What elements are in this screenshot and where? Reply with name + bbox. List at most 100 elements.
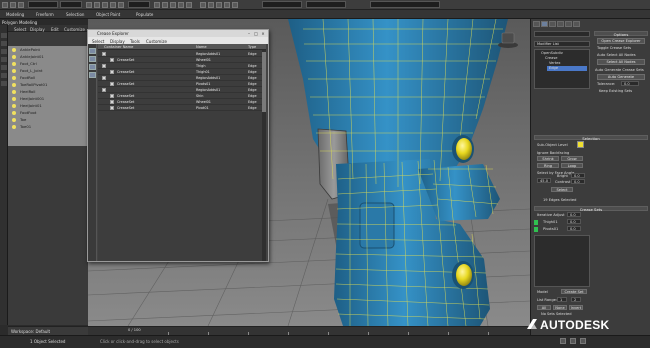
grow-button[interactable]: Grow bbox=[561, 156, 583, 161]
list-range-from[interactable]: 1 bbox=[557, 297, 567, 302]
set-color-swatch[interactable] bbox=[534, 220, 538, 225]
list-item[interactable]: Toe bbox=[20, 117, 26, 122]
bulb-icon[interactable] bbox=[12, 125, 16, 129]
menu-select[interactable]: Select bbox=[14, 27, 26, 32]
modify-tab-icon[interactable] bbox=[541, 21, 548, 27]
bright-spinner[interactable]: 0.0 bbox=[571, 173, 585, 178]
snap-icon[interactable] bbox=[154, 2, 160, 8]
invert-sets-button[interactable]: Invert bbox=[569, 305, 583, 310]
list-range-to[interactable]: 2 bbox=[571, 297, 581, 302]
light-filter-icon[interactable] bbox=[1, 57, 7, 62]
table-row[interactable]: CreaseSet Pivot01 Edge bbox=[98, 105, 266, 111]
tolerance-spinner[interactable]: 0.0 bbox=[621, 81, 639, 86]
iterative-adjust-spinner[interactable]: 0.0 bbox=[567, 212, 581, 217]
rotate-icon[interactable] bbox=[110, 2, 116, 8]
select-all-nodes-button[interactable]: Select All Nodes bbox=[597, 59, 645, 65]
open-crease-explorer-button[interactable]: Open Crease Explorer bbox=[597, 38, 645, 44]
select-by-angle-checkbox[interactable]: Select by Face Angle bbox=[537, 171, 574, 175]
crease-set-name[interactable]: Thigh01 bbox=[543, 220, 558, 224]
options-rollout[interactable]: Options bbox=[594, 31, 648, 37]
percent-snap-icon[interactable] bbox=[170, 2, 176, 8]
filter-icon[interactable] bbox=[89, 48, 96, 54]
align-icon[interactable] bbox=[186, 2, 192, 8]
move-icon[interactable] bbox=[102, 2, 108, 8]
auto-select-nodes-checkbox[interactable]: Auto Select All Nodes bbox=[597, 53, 636, 57]
list-item[interactable]: ToeRollPivot01 bbox=[20, 82, 47, 87]
play-icon[interactable] bbox=[560, 338, 566, 344]
tab-modeling[interactable]: Modeling bbox=[6, 12, 24, 17]
select-icon[interactable] bbox=[86, 2, 92, 8]
tab-populate[interactable]: Populate bbox=[136, 12, 153, 17]
close-icon[interactable]: × bbox=[260, 31, 266, 36]
bulb-icon[interactable] bbox=[12, 48, 16, 52]
list-item[interactable]: Foot_Ctrl bbox=[20, 61, 37, 66]
stack-item[interactable]: Crease bbox=[545, 56, 557, 60]
project-path-dropdown[interactable] bbox=[370, 1, 440, 8]
redo-icon[interactable] bbox=[10, 2, 16, 8]
dialog-menu-select[interactable]: Select bbox=[92, 39, 104, 44]
crease-sets-list[interactable] bbox=[534, 235, 590, 287]
reference-coordinate-dropdown[interactable] bbox=[128, 1, 150, 8]
bulb-icon[interactable] bbox=[12, 90, 16, 94]
viewport-layout-dropdown[interactable] bbox=[306, 1, 346, 8]
tab-object-paint[interactable]: Object Paint bbox=[96, 12, 120, 17]
list-item[interactable]: AnklePoint bbox=[20, 47, 40, 52]
ignore-backfacing-checkbox[interactable]: Ignore Backfacing bbox=[537, 151, 569, 155]
shape-filter-icon[interactable] bbox=[1, 49, 7, 54]
select-button[interactable]: Select bbox=[551, 187, 573, 192]
select-all-sets-button[interactable]: All bbox=[537, 305, 551, 310]
modifier-list-dropdown[interactable]: Modifier List bbox=[534, 41, 590, 47]
utilities-tab-icon[interactable] bbox=[573, 21, 580, 27]
list-item[interactable]: FootRoll bbox=[20, 75, 35, 80]
set-color-swatch[interactable] bbox=[534, 227, 538, 232]
create-set-button[interactable]: Create Set bbox=[561, 289, 587, 294]
select-by-name-icon[interactable] bbox=[94, 2, 100, 8]
render-setup-icon[interactable] bbox=[224, 2, 230, 8]
menu-customize[interactable]: Customize bbox=[64, 27, 85, 32]
scrollbar-thumb[interactable] bbox=[262, 52, 266, 112]
crease-set-name[interactable]: Pivots01 bbox=[543, 227, 558, 231]
undo-icon[interactable] bbox=[2, 2, 8, 8]
toggle-crease-sets-label[interactable]: Toggle Crease Sets bbox=[597, 46, 631, 50]
auto-generate-button[interactable]: Auto Generate bbox=[597, 74, 645, 80]
list-item[interactable]: Foot_L_Joint bbox=[20, 68, 43, 73]
motion-tab-icon[interactable] bbox=[557, 21, 564, 27]
space-warp-filter-icon[interactable] bbox=[1, 81, 7, 86]
timeline[interactable]: 0 / 100 bbox=[88, 326, 530, 335]
dialog-menu-customize[interactable]: Customize bbox=[146, 39, 167, 44]
named-selection-dropdown[interactable] bbox=[60, 1, 82, 8]
edge-icon[interactable] bbox=[89, 64, 96, 70]
tab-selection[interactable]: Selection bbox=[66, 12, 84, 17]
menu-display[interactable]: Display bbox=[30, 27, 45, 32]
list-item[interactable]: HeelRoll bbox=[20, 89, 35, 94]
link-icon[interactable] bbox=[18, 2, 24, 8]
workspace-dropdown[interactable] bbox=[262, 1, 302, 8]
bulb-icon[interactable] bbox=[12, 104, 16, 108]
loop-button[interactable]: Loop bbox=[561, 163, 583, 168]
shrink-button[interactable]: Shrink bbox=[537, 156, 559, 161]
menu-edit[interactable]: Edit bbox=[51, 27, 59, 32]
scale-icon[interactable] bbox=[118, 2, 124, 8]
stack-item[interactable]: Vertex bbox=[549, 61, 561, 65]
crease-set-icon[interactable] bbox=[89, 56, 96, 62]
keep-existing-sets-checkbox[interactable]: Keep Existing Sets bbox=[599, 89, 632, 93]
angle-snap-icon[interactable] bbox=[162, 2, 168, 8]
tab-freeform[interactable]: Freeform bbox=[36, 12, 54, 17]
helper-filter-icon[interactable] bbox=[1, 73, 7, 78]
dialog-scrollbar[interactable] bbox=[262, 50, 266, 261]
object-name-field[interactable] bbox=[534, 31, 590, 37]
bulb-icon[interactable] bbox=[12, 111, 16, 115]
contrast-spinner[interactable]: 0.0 bbox=[571, 179, 585, 184]
list-item[interactable]: Toe01 bbox=[20, 124, 31, 129]
selection-filter-dropdown[interactable] bbox=[28, 1, 58, 8]
dialog-menu-display[interactable]: Display bbox=[110, 39, 125, 44]
layer-icon[interactable] bbox=[200, 2, 206, 8]
angle-spinner[interactable]: 45.0 bbox=[537, 178, 551, 183]
column-type[interactable]: Type bbox=[248, 45, 256, 49]
dialog-titlebar[interactable]: Crease Explorer – □ × bbox=[88, 30, 268, 37]
next-frame-icon[interactable] bbox=[570, 338, 576, 344]
bulb-icon[interactable] bbox=[12, 118, 16, 122]
crease-set-value[interactable]: 0.0 bbox=[567, 226, 581, 231]
last-frame-icon[interactable] bbox=[580, 338, 586, 344]
ring-button[interactable]: Ring bbox=[537, 163, 559, 168]
